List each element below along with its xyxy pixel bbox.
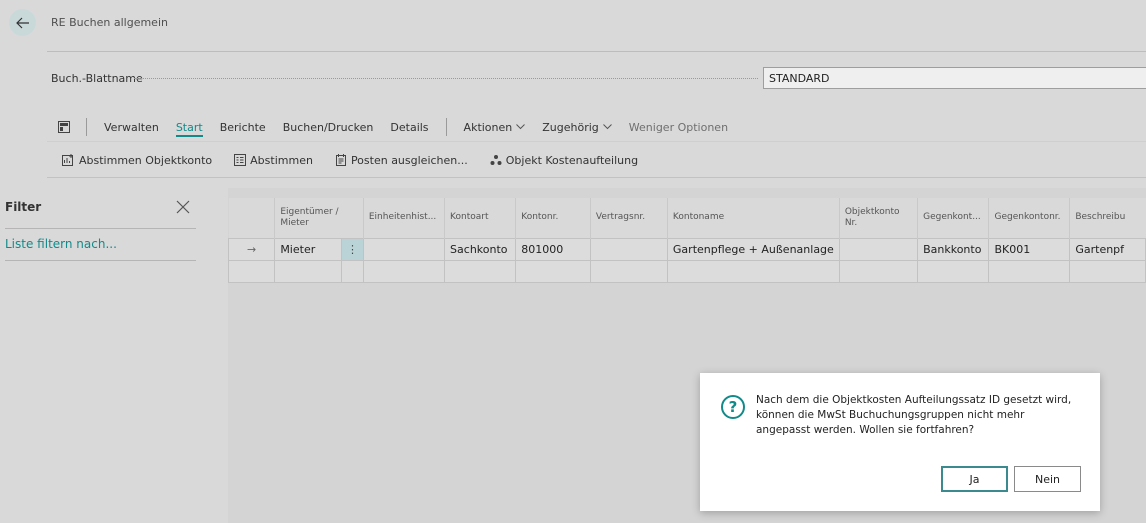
no-button[interactable]: Nein [1014,466,1081,492]
blattname-label: Buch.-Blattname [51,72,143,85]
cell-gegenkontonr[interactable]: BK001 [988,237,1071,261]
cell-kontonr[interactable]: 801000 [515,237,591,261]
table-row[interactable]: → Mieter ⋮ Sachkonto 801000 Gartenpflege… [227,237,1146,261]
reconcile-chart-icon [62,154,73,166]
posten-ausgleichen-label: Posten ausgleichen... [350,153,468,167]
posten-ausgleichen-button[interactable]: Posten ausgleichen... [335,154,468,167]
menu-divider [86,118,87,136]
close-filter-button[interactable] [176,199,190,214]
objekt-kostenaufteilung-button[interactable]: Objekt Kostenaufteilung [490,154,638,167]
cell-kontoart[interactable] [444,259,517,283]
cell-kontonr[interactable] [515,259,591,283]
cell-kontoname[interactable] [666,259,840,283]
dialog-message: Nach dem die Objektkosten Aufteilungssat… [756,394,1072,436]
header-eigentuemer[interactable]: Eigentümer / Mieter [274,198,364,238]
header-gegenkontoart[interactable]: Gegenkont... [917,198,989,238]
cell-eigentuemer[interactable] [274,259,343,283]
ledger-icon [335,154,346,166]
grid-header-row: Eigentümer / Mieter Einheitenhist... Kon… [228,198,1146,238]
toolbar-divider [47,177,1146,178]
cell-einheitenhist[interactable] [362,259,446,283]
page-icon-button[interactable] [58,121,70,133]
menu-buchen-drucken[interactable]: Buchen/Drucken [283,121,374,134]
header-einheitenhist[interactable]: Einheitenhist... [362,198,445,238]
cell-gegenkontoart[interactable]: Bankkonto [917,237,990,261]
menu-start[interactable]: Start [175,121,203,137]
cell-vertragsnr[interactable] [589,237,668,261]
header-objektkonto[interactable]: Objektkonto Nr. [838,198,918,238]
header-kontoart[interactable]: Kontoart [444,198,516,238]
row-indicator [227,259,276,283]
cell-kontoname[interactable]: Gartenpflege + Außenanlage [666,237,840,261]
action-menu: Verwalten Start Berichte Buchen/Drucken … [58,117,745,137]
close-icon [176,200,190,214]
chevron-down-icon [602,124,612,130]
abstimmen-objektkonto-button[interactable]: Abstimmen Objektkonto [62,154,212,167]
toolbar: Abstimmen Objektkonto Abstimmen Posten a… [62,150,660,170]
abstimmen-objektkonto-label: Abstimmen Objektkonto [79,153,213,167]
cell-beschreibung[interactable] [1069,259,1146,283]
table-row[interactable] [227,259,1146,283]
menu-zugehoerig-label: Zugehörig [542,120,599,134]
header-beschreibung[interactable]: Beschreibu [1069,198,1146,238]
filter-divider [5,260,196,261]
list-icon [234,154,247,166]
chevron-down-icon [516,124,526,130]
header-arrow [228,198,275,238]
menu-zugehoerig[interactable]: Zugehörig [542,121,612,134]
header-kontonr[interactable]: Kontonr. [515,198,591,238]
header-vertragsnr[interactable]: Vertragsnr. [589,198,668,238]
menu-berichte[interactable]: Berichte [220,121,266,134]
question-icon: ? [721,395,745,419]
page-title: RE Buchen allgemein [51,16,168,29]
menu-weniger-optionen[interactable]: Weniger Optionen [629,121,728,134]
objekt-kostenaufteilung-label: Objekt Kostenaufteilung [505,153,639,167]
cell-more [341,259,364,283]
cell-eigentuemer[interactable]: Mieter [274,237,343,261]
header-divider [47,51,1146,52]
page-icon [58,121,70,133]
header-kontoname[interactable]: Kontoname [666,198,840,238]
menu-verwalten[interactable]: Verwalten [104,121,159,134]
row-indicator: → [227,237,276,261]
header-gegenkontonr[interactable]: Gegenkontonr. [988,198,1070,238]
back-button[interactable] [9,9,36,36]
filter-divider [5,228,196,229]
cell-objektkonto[interactable] [838,237,919,261]
cell-vertragsnr[interactable] [589,259,668,283]
abstimmen-button[interactable]: Abstimmen [234,154,313,167]
journal-grid: Eigentümer / Mieter Einheitenhist... Kon… [227,198,1146,283]
menu-details[interactable]: Details [390,121,428,134]
arrow-left-icon [15,17,29,28]
abstimmen-label: Abstimmen [250,153,313,167]
yes-button[interactable]: Ja [941,466,1008,492]
cell-einheitenhist[interactable] [362,237,446,261]
cell-gegenkontonr[interactable] [988,259,1071,283]
cell-gegenkontoart[interactable] [917,259,990,283]
cell-kontoart[interactable]: Sachkonto [444,237,517,261]
split-icon [490,155,502,165]
blattname-input[interactable]: STANDARD [763,67,1146,89]
menu-aktionen[interactable]: Aktionen [464,121,526,134]
menu-aktionen-label: Aktionen [463,120,513,134]
confirm-dialog: ? Nach dem die Objektkosten Aufteilungss… [700,373,1100,511]
field-dots [134,78,758,79]
menu-divider [445,118,447,136]
row-more-button[interactable]: ⋮ [341,237,364,261]
filter-title: Filter [5,200,42,214]
menu-divider-line [47,141,1146,142]
filter-list-link[interactable]: Liste filtern nach... [5,237,117,251]
cell-objektkonto[interactable] [838,259,919,283]
cell-beschreibung[interactable]: Gartenpf [1069,237,1146,261]
